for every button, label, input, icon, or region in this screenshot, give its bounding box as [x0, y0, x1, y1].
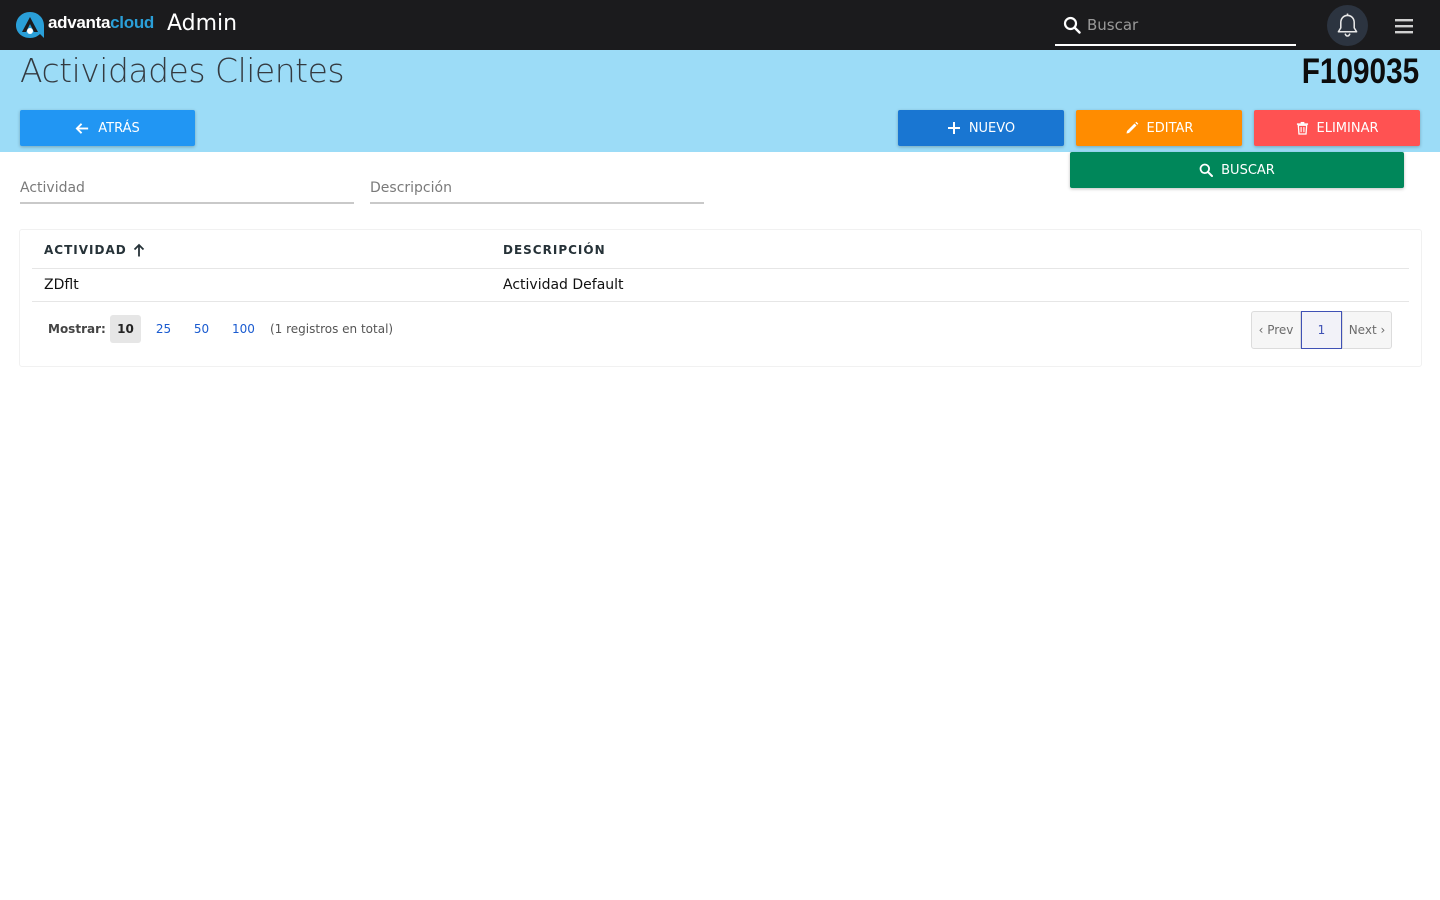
total-records: (1 registros en total)	[270, 322, 394, 336]
global-search-input[interactable]	[1087, 12, 1287, 38]
activity-filter-input[interactable]	[20, 175, 354, 201]
cell-activity[interactable]: ZDflt	[44, 277, 79, 293]
column-header-activity[interactable]: ACTIVIDAD	[44, 243, 145, 257]
notifications-button[interactable]	[1327, 5, 1368, 46]
search-icon	[1063, 16, 1081, 34]
pagination: ‹ Prev 1 Next ›	[1251, 311, 1392, 349]
arrow-left-icon	[75, 122, 89, 134]
page-size-100[interactable]: 100	[226, 315, 261, 343]
brand-name-part1: advanta	[48, 13, 111, 32]
back-button[interactable]: ATRÁS	[20, 110, 195, 146]
global-search	[1055, 6, 1296, 46]
activity-filter	[20, 175, 354, 204]
sort-ascending-icon	[133, 243, 144, 257]
header-divider	[32, 268, 1409, 269]
brand-name-part2: cloud	[110, 13, 154, 32]
page-size-label: Mostrar:	[48, 322, 106, 336]
hamburger-menu-icon[interactable]	[1393, 15, 1415, 37]
pencil-icon	[1126, 121, 1138, 134]
search-icon	[1199, 163, 1214, 177]
results-table: ACTIVIDAD DESCRIPCIÓN ZDflt Actividad De…	[19, 229, 1422, 367]
brand-name[interactable]: advantacloud	[48, 13, 154, 33]
cell-description[interactable]: Actividad Default	[503, 277, 624, 293]
page-title: Actividades Clientes	[20, 51, 345, 90]
top-navbar: advantacloud Admin	[0, 0, 1440, 50]
edit-button-label: EDITAR	[1146, 120, 1194, 136]
column-header-description-label: DESCRIPCIÓN	[503, 243, 606, 257]
delete-button[interactable]: ELIMINAR	[1254, 110, 1420, 146]
page-header: Actividades Clientes F109035 ATRÁS NUEVO…	[0, 50, 1440, 152]
search-button-label: BUSCAR	[1221, 162, 1275, 178]
back-button-label: ATRÁS	[98, 120, 140, 136]
page-1-button[interactable]: 1	[1301, 311, 1342, 349]
page-size-50[interactable]: 50	[186, 315, 217, 343]
page-size-10[interactable]: 10	[110, 315, 141, 343]
bell-icon	[1337, 13, 1358, 37]
prev-page-button[interactable]: ‹ Prev	[1251, 311, 1301, 349]
delete-button-label: ELIMINAR	[1316, 120, 1379, 136]
row-divider	[32, 301, 1409, 302]
page-size-25[interactable]: 25	[148, 315, 179, 343]
column-header-activity-label: ACTIVIDAD	[44, 243, 127, 257]
advanta-logo-icon[interactable]	[15, 11, 45, 39]
program-code: F109035	[1301, 52, 1419, 91]
search-button[interactable]: BUSCAR	[1070, 152, 1404, 188]
next-page-button[interactable]: Next ›	[1342, 311, 1392, 349]
description-filter	[370, 175, 704, 204]
plus-icon	[947, 122, 960, 134]
new-button[interactable]: NUEVO	[898, 110, 1064, 146]
edit-button[interactable]: EDITAR	[1076, 110, 1242, 146]
new-button-label: NUEVO	[968, 120, 1016, 136]
description-filter-input[interactable]	[370, 175, 704, 201]
trash-icon	[1296, 121, 1308, 135]
app-title: Admin	[167, 11, 238, 36]
column-header-description[interactable]: DESCRIPCIÓN	[503, 243, 606, 257]
